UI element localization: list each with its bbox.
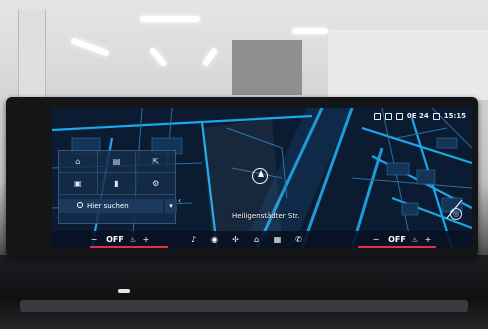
quick-access-panel: ⌂ ▤ ⇱ ▣ ▮ ⚙ Hier suchen ▾	[58, 150, 177, 224]
apps-icon[interactable]: ▦	[272, 235, 283, 244]
temp-up-left-button[interactable]: +	[138, 235, 154, 244]
garage-wall	[328, 30, 488, 100]
clock: 15:15	[443, 112, 466, 120]
bottom-bar: − OFF ♨ + ♪ ◉ ✢ ⌂ ▦ ✆ − OFF ♨ +	[52, 231, 472, 248]
dashboard-reflection	[118, 289, 130, 293]
temp-right-value: OFF	[388, 235, 406, 244]
recent-destinations-icon[interactable]: ⌂	[59, 151, 98, 173]
photo-scene: 0E 24 15:15 ⌂ ▤ ⇱ ▣ ▮ ⚙ Hier suchen ▾ ‹ …	[0, 0, 488, 329]
status-bar: 0E 24 15:15	[373, 110, 466, 122]
route-icon[interactable]: ⇱	[136, 151, 175, 173]
temp-left-value: OFF	[106, 235, 124, 244]
map-options-button[interactable]: ◎	[450, 208, 462, 220]
temp-down-left-button[interactable]: −	[86, 235, 102, 244]
seat-heat-right-icon[interactable]: ♨	[410, 236, 420, 244]
infotainment-screen[interactable]: 0E 24 15:15 ⌂ ▤ ⇱ ▣ ▮ ⚙ Hier suchen ▾ ‹ …	[52, 108, 472, 248]
climate-left-indicator	[90, 246, 168, 248]
main-nav: ♪ ◉ ✢ ⌂ ▦ ✆	[188, 231, 304, 248]
collapse-panel-button[interactable]: ‹	[178, 196, 181, 205]
temp-down-right-button[interactable]: −	[368, 235, 384, 244]
search-placeholder: Hier suchen	[87, 202, 129, 210]
chevron-down-icon[interactable]: ▾	[165, 199, 177, 213]
temperature-readout: 0E 24	[406, 112, 429, 120]
search-icon	[77, 202, 83, 208]
music-icon[interactable]: ♪	[188, 235, 199, 244]
poi-icon[interactable]: ▣	[59, 173, 98, 195]
home-icon[interactable]: ⌂	[251, 235, 262, 244]
signal-icon	[432, 112, 440, 120]
climate-right-indicator	[358, 246, 436, 248]
document-icon[interactable]: ▤	[97, 151, 137, 173]
settings-icon[interactable]: ⚙	[136, 173, 175, 195]
garage-opening	[232, 40, 302, 95]
fuel-icon[interactable]: ▮	[97, 173, 137, 195]
temp-up-right-button[interactable]: +	[420, 235, 436, 244]
ceiling-lamp	[140, 16, 200, 22]
vehicle-position-icon	[252, 168, 268, 184]
sound-icon	[395, 112, 403, 120]
seat-heat-left-icon[interactable]: ♨	[128, 236, 138, 244]
garage-pillar	[18, 10, 46, 100]
phone-icon[interactable]: ✆	[293, 235, 304, 244]
phone-status-icon	[384, 112, 392, 120]
connectivity-icon	[373, 112, 381, 120]
connectivity-icon[interactable]: ◉	[209, 235, 220, 244]
fan-icon[interactable]: ✢	[230, 235, 241, 244]
street-label: Heiligenstädter Str.	[232, 212, 300, 220]
search-input[interactable]: Hier suchen	[59, 199, 163, 213]
ceiling-lamp	[292, 28, 328, 34]
dashboard	[0, 255, 488, 329]
dashboard-trim	[20, 300, 468, 312]
